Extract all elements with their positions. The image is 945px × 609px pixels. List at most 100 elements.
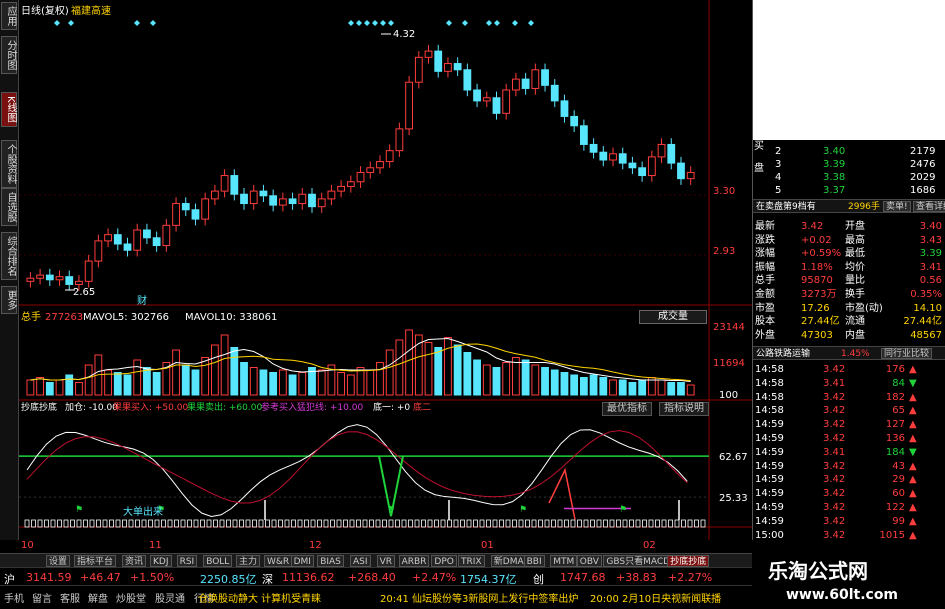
volume-bar (541, 367, 549, 396)
bid-row[interactable]: 5 3.37 1686 (753, 184, 945, 197)
signal-tick (297, 519, 303, 528)
industry-bar: 公路铁路运输 1.45% 同行业比较 (753, 346, 945, 360)
chart-area[interactable]: ⚑ ⚑ ⚑ ⚑ ⚑ 日线(复权) 福建高速 4.32 2.65 3.30 2.93 财 … (19, 0, 752, 540)
indicator-tab-3[interactable]: KDJ (150, 555, 172, 567)
tick-row[interactable]: 14:59 3.41 184 ▼ (753, 446, 945, 459)
indicator-tab-19[interactable]: GBS只看MACD (603, 555, 674, 567)
nav-tab-6[interactable]: 更多 (1, 286, 17, 314)
tick-row[interactable]: 14:58 3.42 65 ▲ (753, 404, 945, 417)
volume-bar (638, 379, 647, 396)
indicator-tab-12[interactable]: ARBR (398, 555, 430, 567)
signal-tick (24, 519, 30, 528)
sell-order-button[interactable]: 卖单! (883, 201, 911, 212)
signal-tick (206, 519, 212, 528)
financial-marker[interactable]: 财 (137, 296, 147, 308)
signal-diamond-icon (68, 20, 74, 26)
menu-item-0[interactable]: 手机 (4, 590, 24, 605)
quote-label: 振幅 (755, 261, 775, 273)
bid-row[interactable]: 4 3.38 2029 (753, 171, 945, 184)
tick-row[interactable]: 14:59 3.42 122 ▲ (753, 501, 945, 514)
bid-price: 3.40 (823, 146, 846, 157)
buy-flag-icon: ⚑ (387, 505, 395, 515)
tick-price: 3.42 (823, 364, 846, 375)
chart-canvas[interactable]: ⚑ ⚑ ⚑ ⚑ ⚑ (19, 0, 752, 540)
indicator-tab-16[interactable]: BBI (523, 555, 545, 567)
indicator-tab-20[interactable]: 抄底抄底 (667, 555, 710, 567)
tick-row[interactable]: 15:00 3.42 1015 ▲ (753, 529, 945, 542)
indicator-tab-0[interactable]: 设置 (46, 555, 71, 567)
menu-item-5[interactable]: 股灵通 (155, 590, 185, 605)
indicator-tab-8[interactable]: DMI (290, 555, 314, 567)
volume-bar (560, 372, 569, 396)
tick-row[interactable]: 14:59 3.42 43 ▲ (753, 460, 945, 473)
indicator-tab-17[interactable]: MTM (550, 555, 578, 567)
signal-tick (239, 519, 244, 528)
bid-row[interactable]: 2 3.40 2179 (753, 145, 945, 158)
quote-value: +0.59% (801, 248, 842, 260)
menu-item-2[interactable]: 客服 (60, 590, 80, 605)
bid-row[interactable]: 3 3.39 2476 (753, 158, 945, 171)
nav-tab-0[interactable]: 应用 (1, 2, 17, 30)
indicator-help-button[interactable]: 指标说明 (659, 402, 709, 416)
news-ticker-item[interactable]: 仓换股动静大 计算机受青睐 (198, 590, 321, 605)
signal-tick (336, 519, 342, 528)
signal-tick (473, 519, 478, 528)
signal-tick (369, 519, 374, 528)
indicator-tab-2[interactable]: 资讯 (122, 555, 147, 567)
tick-row[interactable]: 14:58 3.42 176 ▲ (753, 363, 945, 376)
nav-tab-4[interactable]: 自选股 (1, 188, 17, 226)
industry-change: 1.45% (841, 349, 870, 359)
indicator-tab-18[interactable]: OBV (576, 555, 602, 567)
quote-row: 股本 27.44亿 流通 27.44亿 (753, 315, 945, 328)
tick-row[interactable]: 14:59 3.42 99 ▲ (753, 515, 945, 528)
watermark-url: www.60lt.com (786, 587, 899, 603)
indicator-tab-4[interactable]: RSI (176, 555, 198, 567)
news-ticker-item[interactable]: 20:00 2月10日央视新闻联播 (590, 590, 721, 605)
view-detail-button[interactable]: 查看详细 (913, 201, 945, 212)
signal-tick (291, 519, 296, 528)
candle-body (667, 143, 676, 164)
indicator-tab-11[interactable]: VR (376, 555, 396, 567)
tick-row[interactable]: 14:59 3.42 127 ▲ (753, 418, 945, 431)
industry-compare-button[interactable]: 同行业比较 (881, 348, 933, 359)
indicator-tab-15[interactable]: 新DMA (490, 555, 527, 567)
signal-tick (551, 519, 556, 528)
nav-tab-2[interactable]: K线图 (1, 92, 17, 127)
indicator-tab-14[interactable]: TRIX (458, 555, 485, 567)
tick-row[interactable]: 14:59 3.42 29 ▲ (753, 473, 945, 486)
indicator-tab-9[interactable]: BIAS (317, 555, 344, 567)
news-ticker-item[interactable]: 20:41 仙坛股份等3新股网上发行中签率出炉 (380, 590, 578, 605)
vol-indicator-select[interactable]: 成交量 (639, 310, 707, 324)
tick-price: 3.41 (823, 377, 846, 389)
signal-tick (583, 519, 589, 528)
chart-mode[interactable]: 日线(复权) (21, 6, 69, 18)
menu-item-3[interactable]: 解盘 (88, 590, 108, 605)
menu-item-4[interactable]: 炒股堂 (116, 590, 146, 605)
tick-row[interactable]: 14:58 3.42 182 ▲ (753, 391, 945, 404)
candle-body (191, 209, 200, 220)
nav-tab-1[interactable]: 分时图 (1, 36, 17, 74)
candle-body (356, 171, 365, 183)
indicator-tab-1[interactable]: 指标平台 (74, 555, 117, 567)
candle-body (230, 175, 239, 195)
nav-tab-5[interactable]: 综合排名 (1, 232, 17, 280)
menu-item-1[interactable]: 留言 (32, 590, 52, 605)
indicator-spike (548, 467, 576, 520)
tick-row[interactable]: 14:59 3.42 136 ▲ (753, 432, 945, 445)
time-axis: 10 11 12 01 02 (19, 540, 752, 553)
industry-name[interactable]: 公路铁路运输 (756, 348, 810, 360)
indicator-tab-7[interactable]: W&R (264, 555, 293, 567)
nav-tab-3[interactable]: 个股资料 (1, 140, 17, 188)
indicator-tab-10[interactable]: ASI (350, 555, 371, 567)
tick-row[interactable]: 14:59 3.42 60 ▲ (753, 487, 945, 500)
indicator-tab-5[interactable]: BOLL (203, 555, 233, 567)
best-indicator-button[interactable]: 最优指标 (602, 402, 652, 416)
tick-row[interactable]: 14:58 3.41 84 ▼ (753, 377, 945, 390)
quote-row: 总手 95870 量比 0.56 (753, 274, 945, 287)
indicator-tab-13[interactable]: DPO (431, 555, 457, 567)
signal-diamond-icon (462, 20, 468, 26)
indicator-tab-6[interactable]: 主力 (236, 555, 261, 567)
quote-value-right: 3.43 (919, 234, 942, 246)
quote-value-right: 3.40 (919, 221, 942, 232)
signal-tick (687, 519, 693, 528)
